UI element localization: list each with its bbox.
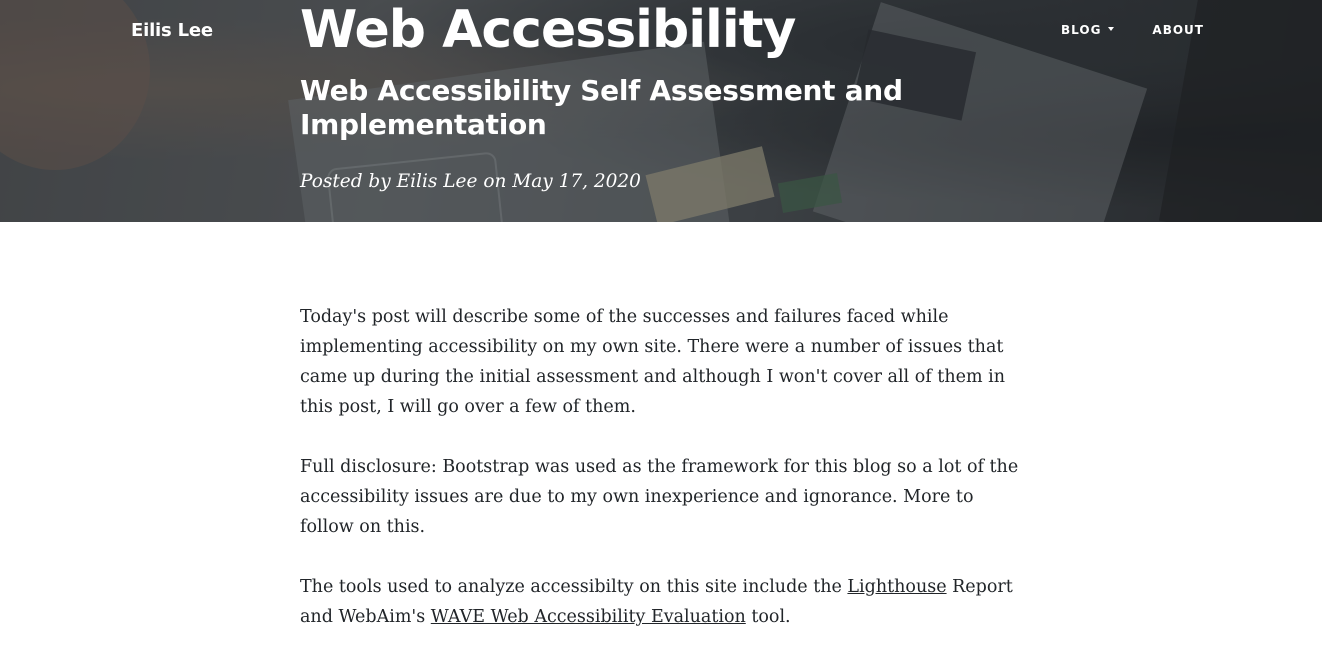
paragraph-intro: Today's post will describe some of the s… — [300, 307, 1005, 417]
lighthouse-link[interactable]: Lighthouse — [847, 577, 946, 597]
wave-link[interactable]: WAVE Web Accessibility Evaluation — [431, 607, 746, 627]
post-content: Today's post will describe some of the s… — [300, 302, 1025, 662]
caret-down-icon — [1108, 27, 1115, 31]
post-title: Web Accessibility — [300, 0, 796, 60]
meta-mid: on — [477, 171, 513, 192]
post-subtitle: Web Accessibility Self Assessment and Im… — [300, 74, 903, 141]
paragraph-tools: The tools used to analyze accessibilty o… — [300, 572, 1025, 632]
main-nav: BLOG ABOUT — [1061, 23, 1204, 37]
site-brand-link[interactable]: Eilis Lee — [131, 20, 213, 41]
nav-blog-label: BLOG — [1061, 23, 1102, 37]
meta-prefix: Posted by — [300, 171, 397, 192]
masthead: Eilis Lee BLOG ABOUT Web Accessibility W… — [0, 0, 1322, 222]
nav-blog-dropdown[interactable]: BLOG — [1061, 23, 1115, 37]
nav-about-label: ABOUT — [1152, 23, 1204, 37]
nav-about-link[interactable]: ABOUT — [1152, 23, 1204, 37]
paragraph-disclosure: Full disclosure: Bootstrap was used as t… — [300, 457, 1019, 537]
tools-text-after: tool. — [745, 607, 791, 627]
tools-text-before: The tools used to analyze accessibilty o… — [300, 577, 848, 597]
meta-author: Eilis Lee — [396, 171, 478, 192]
meta-date: May 17, 2020 — [512, 171, 641, 192]
post-meta: Posted by Eilis Lee on May 17, 2020 — [300, 170, 641, 194]
